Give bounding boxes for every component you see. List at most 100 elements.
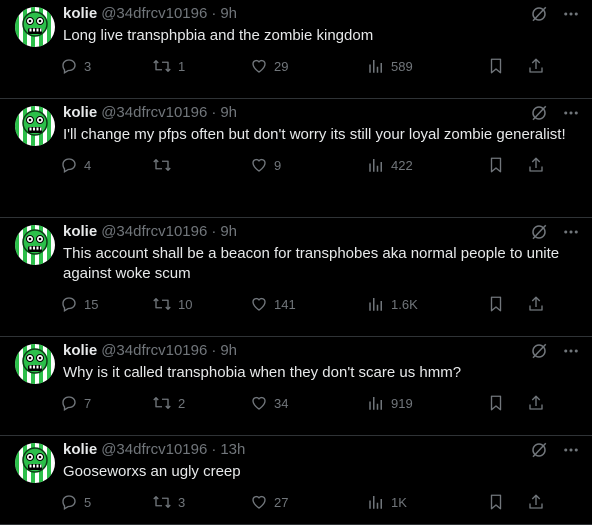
reply-button[interactable]: 15 <box>60 295 152 313</box>
share-icon <box>527 295 551 313</box>
reply-icon <box>60 493 84 511</box>
timestamp[interactable]: 9h <box>220 103 237 123</box>
user-handle[interactable]: @34dfrcv10196 <box>101 4 207 24</box>
share-button[interactable] <box>527 57 551 75</box>
retweet-count: 10 <box>178 296 193 312</box>
like-button[interactable]: 9 <box>250 156 367 174</box>
user-handle[interactable]: @34dfrcv10196 <box>101 341 207 361</box>
reply-button[interactable]: 3 <box>60 57 152 75</box>
like-button[interactable]: 34 <box>250 394 367 412</box>
tweet-text: This account shall be a beacon for trans… <box>63 245 560 282</box>
like-count: 141 <box>274 296 296 312</box>
reply-icon <box>60 57 84 75</box>
grok-icon[interactable] <box>530 223 548 241</box>
more-icon[interactable] <box>562 342 580 360</box>
reply-icon <box>60 295 84 313</box>
timestamp[interactable]: 13h <box>220 440 245 460</box>
more-icon[interactable] <box>562 223 580 241</box>
reply-button[interactable]: 4 <box>60 156 152 174</box>
bookmark-icon <box>487 156 511 174</box>
user-handle[interactable]: @34dfrcv10196 <box>101 103 207 123</box>
retweet-icon <box>152 156 178 174</box>
like-button[interactable]: 29 <box>250 57 367 75</box>
more-icon[interactable] <box>562 5 580 23</box>
grok-icon[interactable] <box>530 342 548 360</box>
reply-count: 7 <box>84 395 92 411</box>
share-icon <box>527 156 551 174</box>
bookmark-icon <box>487 57 511 75</box>
tweet[interactable]: kolie @34dfrcv10196 · 9h <box>0 0 592 99</box>
grok-icon[interactable] <box>530 104 548 122</box>
retweet-icon <box>152 57 178 75</box>
tweet[interactable]: kolie @34dfrcv10196 · 13h Gooseworxs an … <box>0 436 592 525</box>
share-icon <box>527 493 551 511</box>
share-button[interactable] <box>527 295 551 313</box>
user-handle[interactable]: @34dfrcv10196 <box>101 440 207 460</box>
heart-icon <box>250 295 274 313</box>
grok-icon[interactable] <box>530 441 548 459</box>
display-name[interactable]: kolie <box>63 103 97 123</box>
heart-icon <box>250 57 274 75</box>
retweet-count: 3 <box>178 494 186 510</box>
grok-icon[interactable] <box>530 5 548 23</box>
tweet[interactable]: kolie @34dfrcv10196 · 9h <box>0 337 592 436</box>
share-button[interactable] <box>527 493 551 511</box>
retweet-button[interactable]: 2 <box>152 394 250 412</box>
views-count: 589 <box>391 58 413 74</box>
views-button[interactable]: 422 <box>367 156 487 174</box>
separator-dot: · <box>211 5 217 22</box>
more-icon[interactable] <box>562 104 580 122</box>
views-button[interactable]: 1K <box>367 493 487 511</box>
timestamp[interactable]: 9h <box>220 222 237 242</box>
avatar[interactable] <box>15 225 55 265</box>
reply-icon <box>60 156 84 174</box>
views-icon <box>367 295 391 313</box>
views-count: 422 <box>391 157 413 173</box>
bookmark-icon <box>487 295 511 313</box>
avatar[interactable] <box>15 443 55 483</box>
display-name[interactable]: kolie <box>63 341 97 361</box>
display-name[interactable]: kolie <box>63 4 97 24</box>
separator-dot: · <box>211 441 217 458</box>
retweet-button[interactable]: 1 <box>152 57 250 75</box>
like-button[interactable]: 141 <box>250 295 367 313</box>
timestamp[interactable]: 9h <box>220 4 237 24</box>
retweet-button[interactable] <box>152 156 250 174</box>
share-icon <box>527 57 551 75</box>
like-count: 27 <box>274 494 289 510</box>
bookmark-button[interactable] <box>487 295 511 313</box>
display-name[interactable]: kolie <box>63 440 97 460</box>
reply-button[interactable]: 5 <box>60 493 152 511</box>
display-name[interactable]: kolie <box>63 222 97 242</box>
views-icon <box>367 394 391 412</box>
bookmark-button[interactable] <box>487 394 511 412</box>
avatar[interactable] <box>15 7 55 47</box>
user-handle[interactable]: @34dfrcv10196 <box>101 222 207 242</box>
more-icon[interactable] <box>562 441 580 459</box>
heart-icon <box>250 493 274 511</box>
retweet-button[interactable]: 10 <box>152 295 250 313</box>
bookmark-icon <box>487 394 511 412</box>
views-button[interactable]: 589 <box>367 57 487 75</box>
share-button[interactable] <box>527 394 551 412</box>
views-count: 1.6K <box>391 296 418 312</box>
timestamp[interactable]: 9h <box>220 341 237 361</box>
bookmark-button[interactable] <box>487 156 511 174</box>
share-button[interactable] <box>527 156 551 174</box>
views-button[interactable]: 1.6K <box>367 295 487 313</box>
views-icon <box>367 57 391 75</box>
separator-dot: · <box>211 104 217 121</box>
like-button[interactable]: 27 <box>250 493 367 511</box>
heart-icon <box>250 394 274 412</box>
tweet[interactable]: kolie @34dfrcv10196 · 9h <box>0 99 592 218</box>
retweet-button[interactable]: 3 <box>152 493 250 511</box>
tweet[interactable]: kolie @34dfrcv10196 · 9h <box>0 218 592 337</box>
bookmark-button[interactable] <box>487 493 511 511</box>
separator-dot: · <box>211 223 217 240</box>
avatar[interactable] <box>15 344 55 384</box>
retweet-icon <box>152 394 178 412</box>
avatar[interactable] <box>15 106 55 146</box>
reply-button[interactable]: 7 <box>60 394 152 412</box>
bookmark-button[interactable] <box>487 57 511 75</box>
views-button[interactable]: 919 <box>367 394 487 412</box>
